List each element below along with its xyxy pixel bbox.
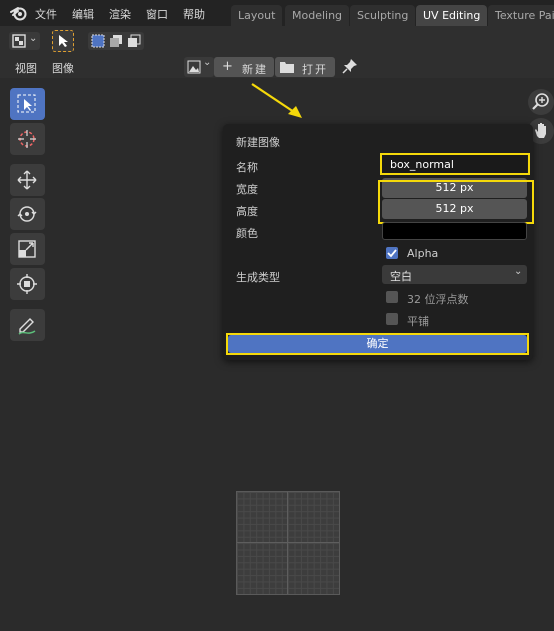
new-image-button[interactable]: + 新建 bbox=[214, 57, 274, 77]
move-tool[interactable] bbox=[10, 164, 45, 196]
chevron-down-icon: ⌄ bbox=[514, 266, 523, 277]
editor-type-dropdown[interactable]: ⌄ bbox=[9, 32, 40, 50]
menu-file[interactable]: 文件 bbox=[35, 6, 57, 22]
select-mode-button[interactable] bbox=[52, 30, 74, 52]
select-box-icon bbox=[17, 94, 36, 113]
image-menu[interactable]: 图像 bbox=[52, 60, 74, 76]
open-image-button[interactable]: 打开 bbox=[275, 57, 335, 77]
alpha-label: Alpha bbox=[407, 247, 439, 260]
grid-center-line-v bbox=[287, 492, 288, 594]
tiled-label: 平铺 bbox=[407, 315, 429, 328]
chevron-down-icon: ⌄ bbox=[29, 33, 38, 44]
folder-icon bbox=[280, 61, 294, 76]
select-new-icon[interactable] bbox=[91, 34, 105, 51]
alpha-checkbox[interactable] bbox=[386, 247, 398, 259]
float-buffer-checkbox[interactable] bbox=[386, 291, 398, 303]
zoom-icon bbox=[532, 93, 549, 110]
view-menu[interactable]: 视图 bbox=[15, 60, 37, 76]
height-label: 高度 bbox=[236, 205, 258, 218]
image-icon bbox=[187, 60, 201, 77]
top-menu-bar: 文件 编辑 渲染 窗口 帮助 Layout Modeling Sculpting… bbox=[0, 0, 554, 26]
blender-logo-icon[interactable] bbox=[10, 4, 28, 25]
transform-tool[interactable] bbox=[10, 268, 45, 300]
tab-sculpting[interactable]: Sculpting bbox=[350, 5, 416, 26]
tab-uv-editing[interactable]: UV Editing bbox=[416, 5, 488, 26]
name-label: 名称 bbox=[236, 161, 258, 174]
cursor-icon bbox=[18, 130, 36, 148]
gen-type-label: 生成类型 bbox=[236, 271, 280, 284]
gen-type-value: 空白 bbox=[390, 270, 412, 283]
color-label: 颜色 bbox=[236, 227, 258, 240]
select-box-tool[interactable] bbox=[10, 88, 45, 120]
scale-tool[interactable] bbox=[10, 233, 45, 265]
menu-edit[interactable]: 编辑 bbox=[72, 6, 94, 22]
tiled-checkbox[interactable] bbox=[386, 313, 398, 325]
cursor-tool[interactable] bbox=[10, 123, 45, 155]
width-label: 宽度 bbox=[236, 183, 258, 196]
menu-window[interactable]: 窗口 bbox=[146, 6, 168, 22]
tab-modeling[interactable]: Modeling bbox=[285, 5, 350, 26]
check-icon bbox=[387, 249, 397, 258]
select-subtract-icon[interactable] bbox=[127, 34, 141, 51]
size-highlight-box bbox=[378, 180, 534, 224]
gen-type-select[interactable]: 空白 ⌄ bbox=[382, 265, 527, 284]
tab-texture-paint[interactable]: Texture Pair bbox=[488, 5, 554, 26]
color-swatch[interactable] bbox=[382, 222, 527, 240]
image-browse-dropdown[interactable]: ⌄ bbox=[184, 57, 214, 77]
rotate-icon bbox=[17, 206, 37, 222]
new-image-dialog: 新建图像 名称 box_normal 宽度 512 px 高度 512 px 颜… bbox=[223, 124, 534, 360]
menu-render[interactable]: 渲染 bbox=[109, 6, 131, 22]
transform-icon bbox=[17, 274, 37, 294]
annotation-arrow-icon bbox=[251, 83, 302, 118]
name-highlight-box bbox=[380, 153, 530, 175]
move-icon bbox=[17, 170, 37, 190]
scale-icon bbox=[18, 240, 36, 258]
grid-center-line-h bbox=[237, 542, 339, 543]
ok-highlight-box bbox=[226, 333, 529, 355]
chevron-down-icon: ⌄ bbox=[203, 57, 212, 68]
annotate-pencil-icon bbox=[18, 318, 36, 335]
selection-mode-group bbox=[88, 32, 144, 50]
pin-icon[interactable] bbox=[342, 58, 358, 77]
uv-grid-preview[interactable] bbox=[236, 491, 340, 595]
rotate-tool[interactable] bbox=[10, 198, 45, 230]
dialog-title: 新建图像 bbox=[236, 136, 280, 149]
new-button-label: 新建 bbox=[242, 63, 268, 76]
open-button-label: 打开 bbox=[302, 63, 328, 76]
float-buffer-label: 32 位浮点数 bbox=[407, 293, 469, 306]
editor-subheader: 视图 图像 ⌄ + 新建 打开 bbox=[0, 56, 554, 78]
editor-header: ⌄ bbox=[0, 26, 554, 56]
zoom-button[interactable] bbox=[528, 89, 554, 115]
annotate-tool[interactable] bbox=[10, 309, 45, 341]
tab-layout[interactable]: Layout bbox=[231, 5, 283, 26]
image-editor-icon bbox=[12, 34, 28, 51]
select-extend-icon[interactable] bbox=[109, 34, 123, 51]
cursor-arrow-icon bbox=[58, 34, 70, 51]
plus-icon: + bbox=[222, 59, 233, 74]
menu-help[interactable]: 帮助 bbox=[183, 6, 205, 22]
